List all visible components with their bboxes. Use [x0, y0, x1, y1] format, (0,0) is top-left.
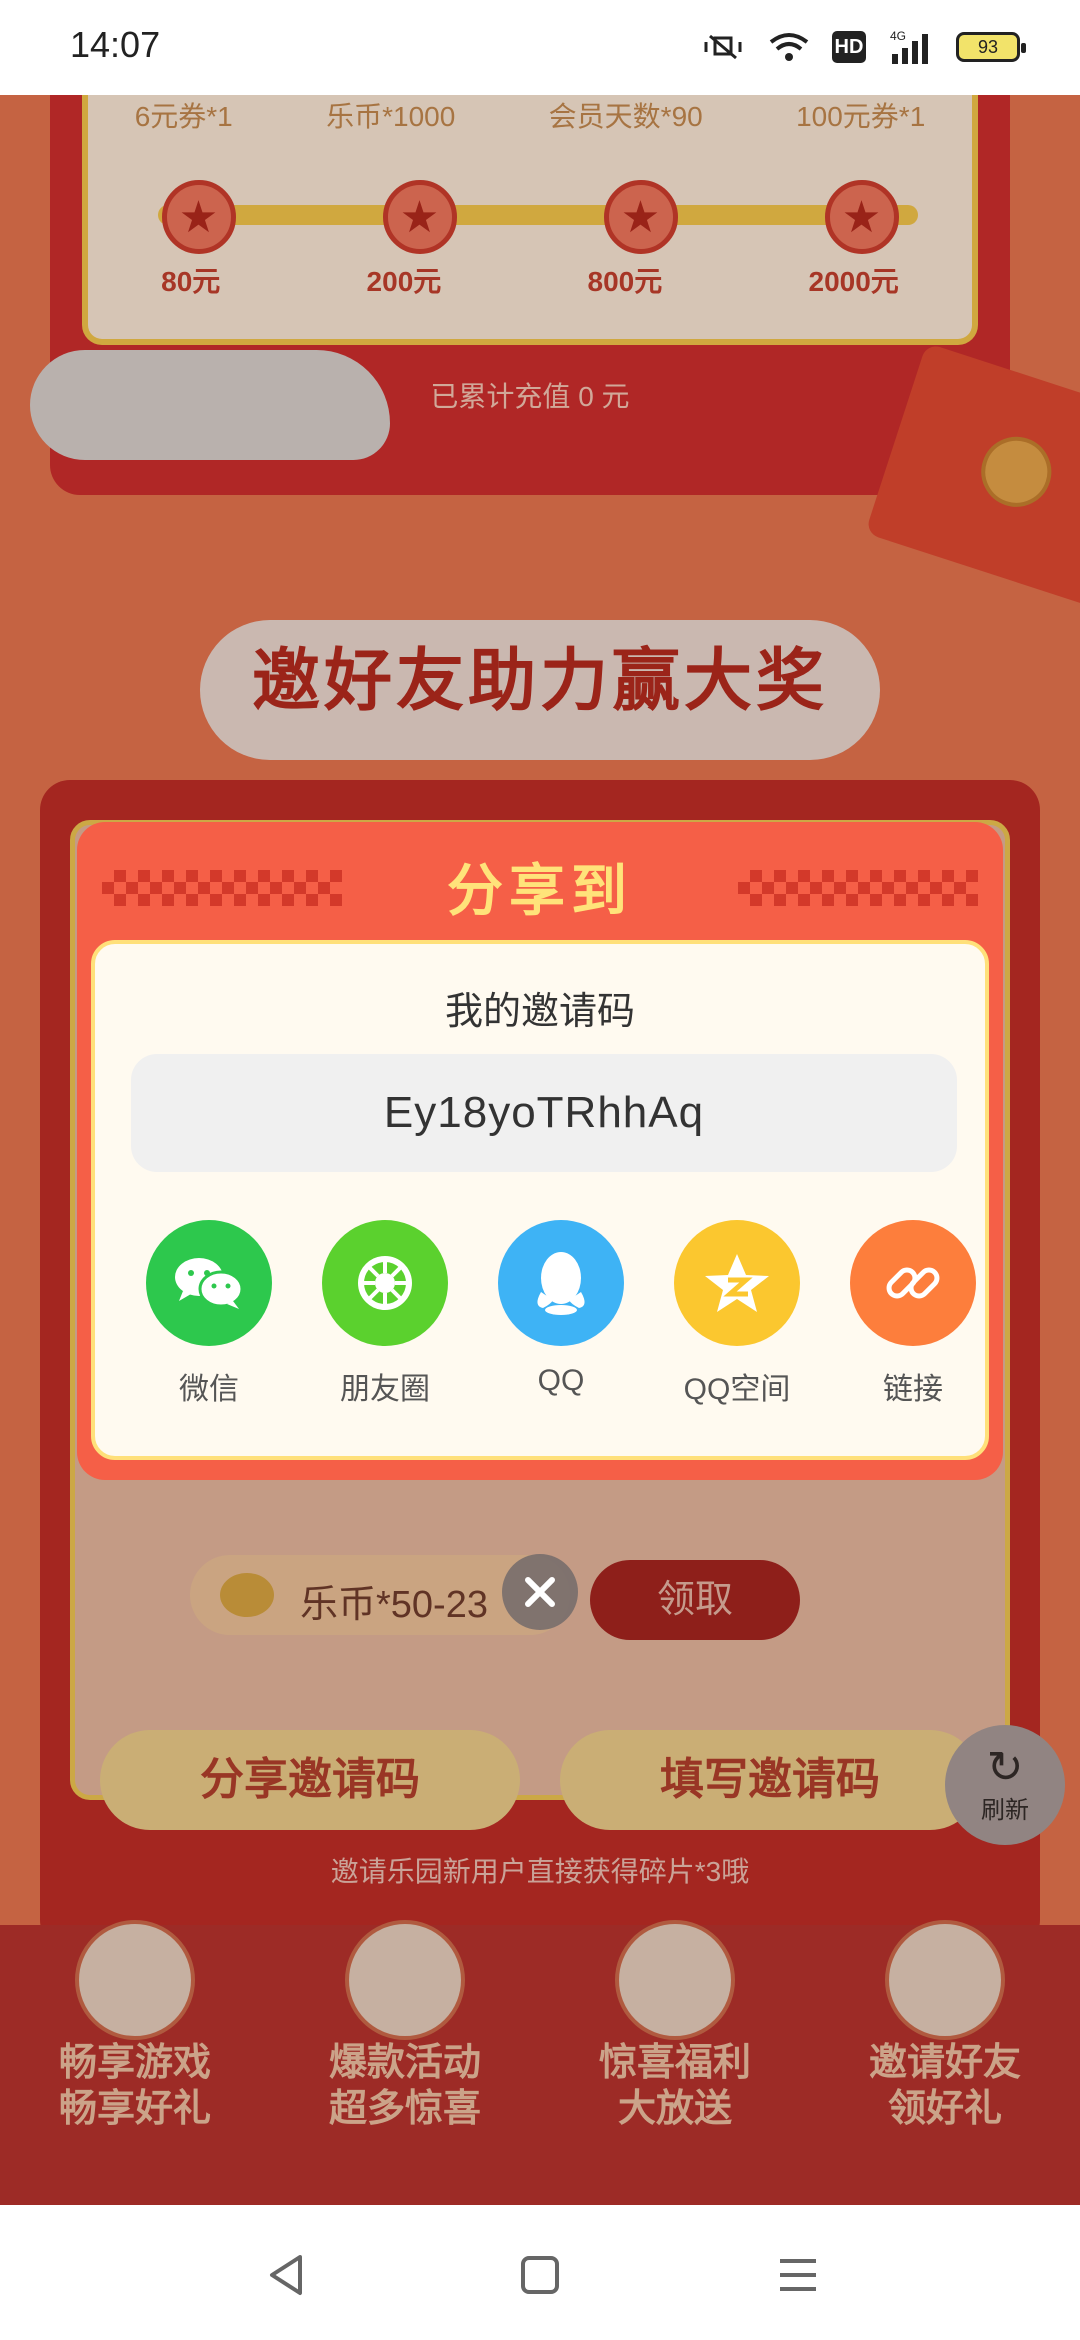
- menu-icon: [780, 2259, 816, 2291]
- share-link-button[interactable]: 链接: [833, 1220, 993, 1408]
- dialog-title: 分享到: [447, 859, 633, 922]
- share-qzone-button[interactable]: QQ空间: [657, 1220, 817, 1408]
- share-moments-label: 朋友圈: [340, 1373, 430, 1406]
- recents-button[interactable]: [768, 2245, 828, 2305]
- dialog-panel: 我的邀请码 Ey18yoTRhhAq 微信 朋友圈 QQ QQ空间 链接: [91, 940, 989, 1460]
- share-qzone-label: QQ空间: [683, 1373, 791, 1406]
- close-dialog-button[interactable]: [502, 1554, 578, 1630]
- share-wechat-label: 微信: [179, 1373, 239, 1406]
- wechat-icon: [146, 1220, 272, 1346]
- home-icon: [521, 2256, 559, 2294]
- status-bar: 14:07 HD 4G 93: [0, 0, 1080, 95]
- share-qq-button[interactable]: QQ: [481, 1220, 641, 1398]
- qq-icon: [498, 1220, 624, 1346]
- close-icon: [525, 1577, 555, 1607]
- share-dialog: 分享到 我的邀请码 Ey18yoTRhhAq 微信 朋友圈 QQ QQ空间 链接: [77, 822, 1003, 1480]
- share-link-label: 链接: [883, 1373, 943, 1406]
- hd-badge: HD: [832, 31, 866, 63]
- invite-code-field[interactable]: Ey18yoTRhhAq: [131, 1054, 957, 1172]
- link-icon: [850, 1220, 976, 1346]
- status-icons: HD 4G 93: [700, 28, 1026, 66]
- wifi-icon: [768, 28, 810, 66]
- qzone-icon: [674, 1220, 800, 1346]
- home-button[interactable]: [510, 2245, 570, 2305]
- invite-code-label: 我的邀请码: [444, 991, 635, 1033]
- status-time: 14:07: [70, 24, 161, 65]
- back-icon: [270, 2255, 302, 2295]
- svg-text:4G: 4G: [890, 29, 906, 43]
- moments-icon: [322, 1220, 448, 1346]
- share-wechat-button[interactable]: 微信: [129, 1220, 289, 1408]
- back-button[interactable]: [256, 2245, 316, 2305]
- system-navigation-bar: [0, 2205, 1080, 2340]
- battery-indicator: 93: [956, 32, 1026, 62]
- share-moments-button[interactable]: 朋友圈: [305, 1220, 465, 1408]
- share-qq-label: QQ: [537, 1364, 585, 1397]
- mute-vibrate-icon: [700, 28, 746, 66]
- signal-4g-icon: 4G: [888, 28, 934, 66]
